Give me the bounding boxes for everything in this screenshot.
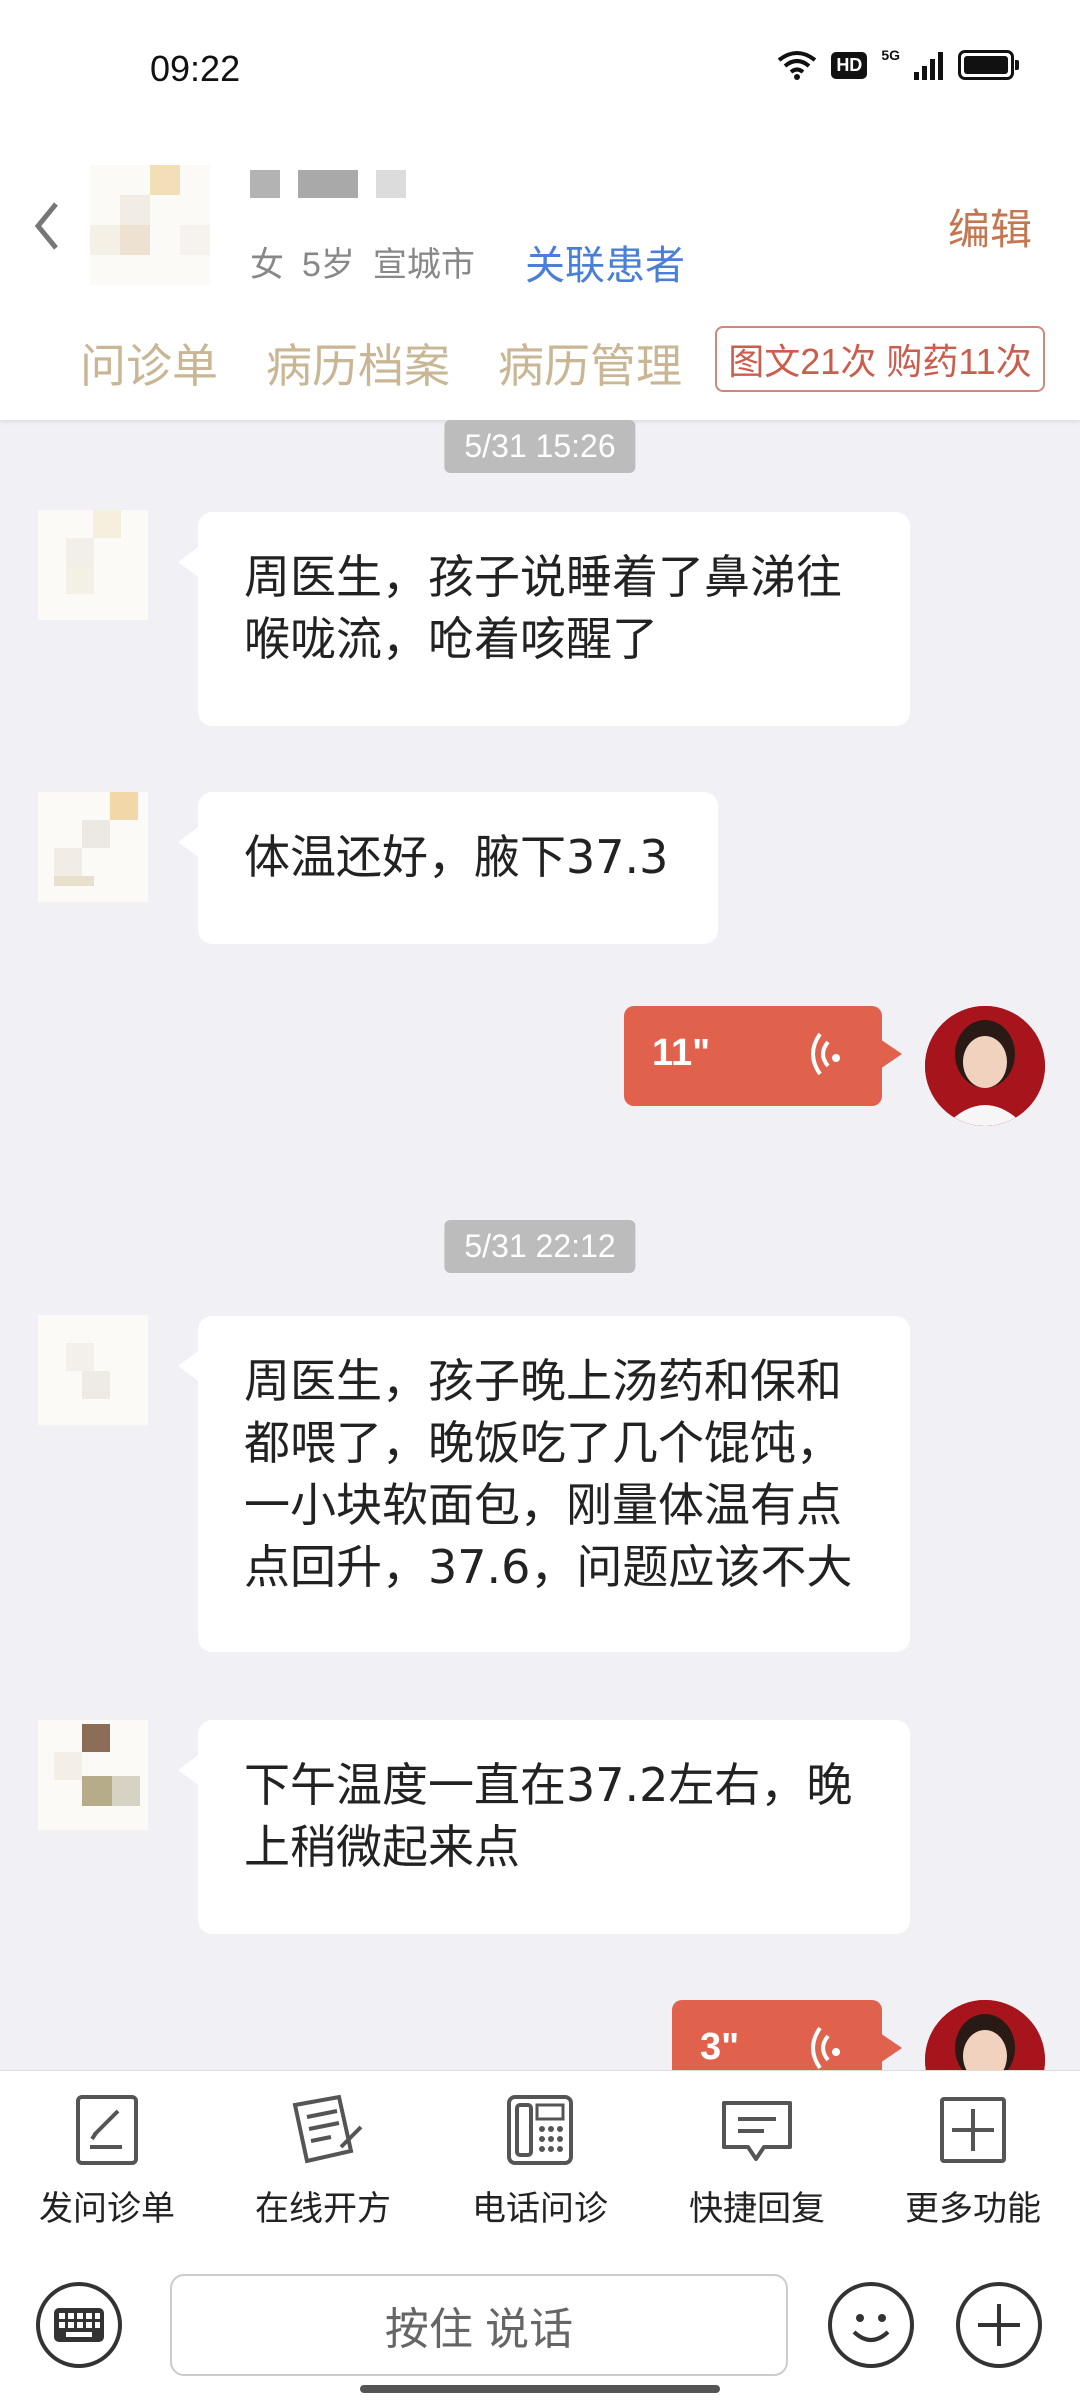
patient-message-avatar xyxy=(38,792,148,902)
hd-badge: HD xyxy=(831,51,868,79)
voice-wave-icon xyxy=(811,1032,841,1076)
prescription-icon xyxy=(292,2094,363,2164)
status-icons: HD 5G xyxy=(777,47,1019,80)
timestamp: 5/31 15:26 xyxy=(444,420,636,473)
patient-gender: 女 xyxy=(250,246,284,284)
signal-icon xyxy=(914,52,943,80)
keyboard-icon xyxy=(54,2308,104,2342)
patient-message-bubble[interactable]: 下午温度一直在37.2左右，晚上稍微起来点 xyxy=(178,1720,910,1934)
patient-message-avatar xyxy=(38,1315,148,1425)
tool-label: 在线开方 xyxy=(255,2190,391,2228)
doctor-avatar xyxy=(925,1006,1045,1126)
chat-area[interactable]: 5/31 15:26 周医生，孩子说睡着了鼻涕往喉咙流，呛着咳醒了 体温还好，腋… xyxy=(0,420,1080,2070)
function-toolbar: 发问诊单 在线开方 电话问诊 快捷回复 更多功能 xyxy=(0,2070,1080,2252)
patient-message-bubble[interactable]: 体温还好，腋下37.3 xyxy=(178,792,718,944)
patient-avatar xyxy=(90,165,210,285)
home-indicator[interactable] xyxy=(360,2385,720,2393)
tab-medical-records[interactable]: 病历档案 xyxy=(266,330,450,396)
tool-label: 快捷回复 xyxy=(689,2190,825,2228)
chat-bubble-icon xyxy=(722,2101,792,2161)
voice-message-bubble[interactable]: 3" xyxy=(672,2000,902,2070)
tool-label: 发问诊单 xyxy=(39,2190,175,2228)
more-functions-button[interactable]: 更多功能 xyxy=(873,2091,1073,2230)
patient-message-avatar xyxy=(38,510,148,620)
doctor-avatar xyxy=(925,2000,1045,2070)
patient-message-bubble[interactable]: 周医生，孩子晚上汤药和保和都喂了，晚饭吃了几个馄饨，一小块软面包，刚量体温有点点… xyxy=(178,1316,910,1652)
tool-label: 更多功能 xyxy=(905,2190,1041,2228)
edit-button[interactable]: 编辑 xyxy=(948,196,1032,257)
tool-label: 电话问诊 xyxy=(472,2190,608,2228)
phone-consult-button[interactable]: 电话问诊 xyxy=(440,2091,640,2230)
online-prescription-button[interactable]: 在线开方 xyxy=(223,2091,423,2230)
smiley-icon xyxy=(852,2314,890,2342)
voice-wave-icon xyxy=(811,2026,841,2070)
hold-to-talk-button[interactable]: 按住 说话 xyxy=(170,2274,788,2376)
patient-city: 宣城市 xyxy=(372,246,475,284)
send-consult-form-button[interactable]: 发问诊单 xyxy=(7,2091,207,2230)
status-time: 09:22 xyxy=(150,48,241,89)
form-edit-icon xyxy=(76,2095,138,2165)
tab-consult-form[interactable]: 问诊单 xyxy=(80,330,218,396)
patient-header: 女 5岁 宣城市 关联患者 编辑 问诊单 病历档案 病历管理 图文21次 购药1… xyxy=(0,140,1080,420)
tab-records-management[interactable]: 病历管理 xyxy=(498,330,682,396)
status-bar: 09:22 HD 5G xyxy=(0,0,1080,140)
patient-tabs: 问诊单 病历档案 病历管理 xyxy=(80,330,682,396)
patient-meta: 女 5岁 宣城市 xyxy=(250,237,475,286)
network-type: 5G xyxy=(881,47,900,63)
patient-message-avatar xyxy=(38,1720,148,1830)
voice-duration: 11" xyxy=(652,1032,711,1074)
add-attachment-button[interactable] xyxy=(956,2282,1042,2368)
service-count-badge[interactable]: 图文21次 购药11次 xyxy=(715,326,1045,392)
patient-message-bubble[interactable]: 周医生，孩子说睡着了鼻涕往喉咙流，呛着咳醒了 xyxy=(178,512,910,726)
voice-duration: 3" xyxy=(700,2026,740,2068)
link-patient-button[interactable]: 关联患者 xyxy=(525,233,685,291)
keyboard-toggle-button[interactable] xyxy=(36,2282,122,2368)
wifi-icon xyxy=(778,51,817,80)
input-bar: 按住 说话 xyxy=(0,2250,1080,2400)
plus-square-icon xyxy=(940,2097,1006,2163)
voice-message-bubble[interactable]: 11" xyxy=(624,1006,902,1106)
battery-icon xyxy=(958,50,1019,80)
patient-age: 5岁 xyxy=(302,246,355,284)
patient-name-redacted xyxy=(250,170,406,198)
phone-icon xyxy=(507,2095,573,2165)
emoji-button[interactable] xyxy=(828,2282,914,2368)
back-arrow-icon[interactable] xyxy=(28,196,68,256)
plus-icon xyxy=(978,2304,1020,2346)
quick-reply-button[interactable]: 快捷回复 xyxy=(657,2091,857,2230)
timestamp: 5/31 22:12 xyxy=(444,1220,636,1273)
